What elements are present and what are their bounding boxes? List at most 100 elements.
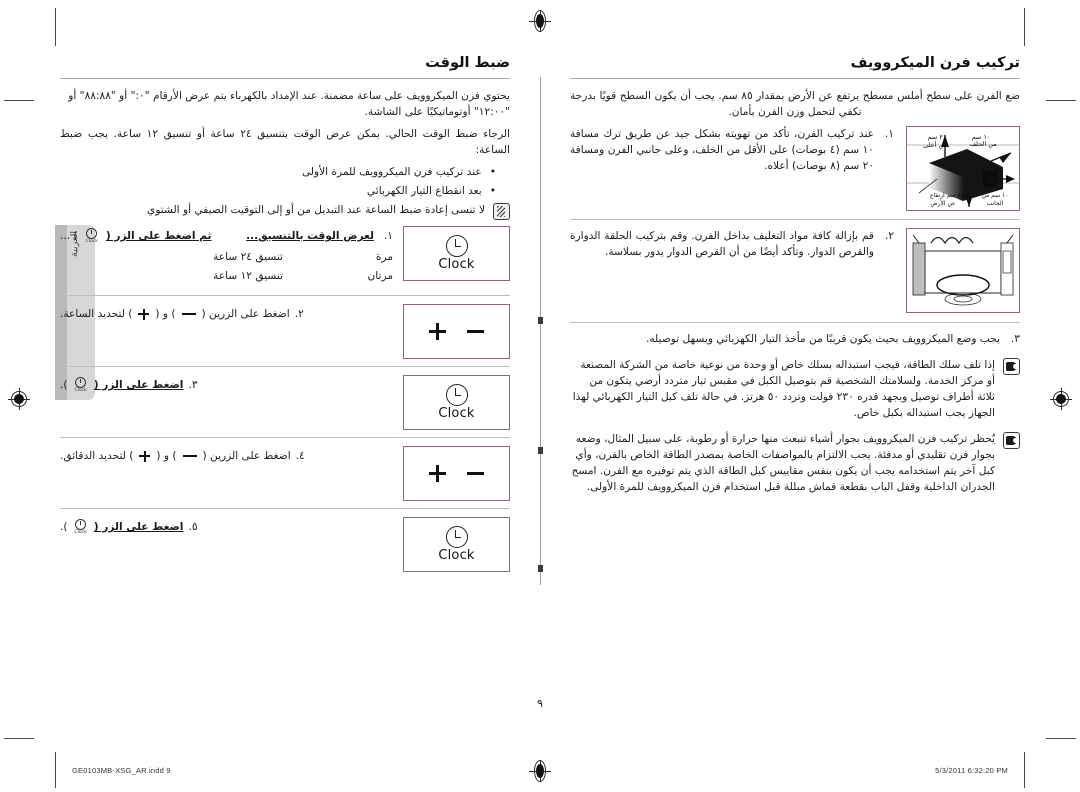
crop-mark-right-horizontal [1046,100,1076,101]
clock-button[interactable]: Clock [403,375,510,430]
crop-mark-bottom-left-vertical [55,752,56,788]
table-row: مرة تنسيق ٢٤ ساعة [60,248,393,267]
note-text: لا تنسى إعادة ضبط الساعة عند التبديل من … [147,204,485,216]
set-time-title-rule [60,78,510,79]
two-column-layout: تركيب فرن الميكروويف ضع الفرن على سطح أم… [55,55,1025,655]
table-row: مرتان تنسيق ١٢ ساعة [60,267,393,286]
minus-icon-inline [182,454,197,458]
set-time-note: لا تنسى إعادة ضبط الساعة عند التبديل من … [60,202,510,220]
minus-plus-button[interactable] [403,446,510,501]
installation-section-title: تركيب فرن الميكروويف [850,55,1020,71]
set-time-divider-4 [60,508,510,509]
crop-mark-bottom-right-horizontal [1046,738,1076,739]
crop-mark-bottom-left-horizontal [4,738,34,739]
note-line: إذا تلف سلك الطاقة، فيجب استبداله بسلك خ… [580,359,995,371]
set-time-step-4-text: ٤. اضغط على الزرين ( ) و ( ) لتحديد الدق… [60,446,393,464]
footer-filename: GE0103MB-XSG_AR.indd 9 [72,766,171,775]
note-line: آخر يتم استخدامه يجب أن يكون بنفس مقاييس… [571,465,976,477]
step-number: ٣. [1010,333,1020,345]
step-number: ٢. [294,308,304,320]
step-number: ٣. [188,379,198,391]
set-time-step-1: Clock ١. لعرض الوقت بالتنسيق... ثم اضغط … [60,226,510,288]
minus-plus-button[interactable] [403,304,510,359]
step-number: ١. [383,230,393,242]
step-line: يجب وضع الميكروويف بحيث يكون قريبًا من م… [646,333,1000,345]
set-time-step-2-text: ٢. اضغط على الزرين ( ) و ( ) لتحديد السا… [60,304,393,322]
step-line: عند تركيب الفرن، تأكد من تهويته بشكل جيد… [570,128,874,140]
minus-icon-inline [181,312,196,316]
set-time-step-3-text: ٣. اضغط على الزر ( Clock ). [60,375,393,393]
step-number: ٤. [295,450,305,462]
plus-icon[interactable] [428,465,446,482]
list-item: ٢. قم بإزالة كافة مواد التغليف بداخل الف… [570,228,894,260]
hand-pointer-icon [1003,358,1020,375]
installation-step-3: ٣. يجب وضع الميكروويف بحيث يكون قريبًا م… [570,331,1020,347]
step-instruction-tail: ) ... [60,230,78,242]
plus-icon-inline [139,450,151,462]
registration-mark-top-center [529,10,551,32]
set-time-intro-line-1: يحتوي فرن الميكروويف على ساعة مضمنة. عند… [68,90,510,102]
crop-mark-top-right-vertical [1024,8,1025,46]
clock-icon-inline: Clock [75,519,87,535]
step-instruction-tail: ). [60,521,68,533]
step-divider-2 [570,322,1020,323]
registration-mark-bottom-center [529,760,551,782]
list-item: ١. عند تركيب الفرن، تأكد من تهويته بشكل … [570,126,894,174]
bullet-dot: • [489,166,496,178]
minus-icon[interactable] [467,472,485,475]
set-time-intro-line-2: "١٢:٠٠" أوتوماتيكيًا على الشاشة. [364,106,510,118]
step-instruction: اضغط على الزر ( [93,521,184,533]
step-instruction-mid: ) و ( [156,450,177,462]
presses-cell: مرة [375,251,393,263]
svg-text:من أعلى: من أعلى [923,140,947,149]
set-time-step-1-text: ١. لعرض الوقت بالتنسيق... ثم اضغط على ال… [60,226,393,288]
plus-icon[interactable] [428,323,446,340]
format-cell: تنسيق ٢٤ ساعة [213,251,283,263]
step-divider-1 [570,219,1020,220]
svg-text:٢٠ سم: ٢٠ سم [928,133,947,141]
plus-icon-inline [138,308,150,320]
note-line: يُحظر تركيب فرن الميكروويف بجوار أشياء ت… [575,433,995,445]
installation-step-1: ١٠ سم من الخلف ٢٠ سم من أعلى ١٠ سم من ال… [570,126,1020,211]
installation-intro-text: ضع الفرن على سطح أملس مسطح يرتفع عن الأر… [570,90,1020,118]
svg-text:عن الأرض: عن الأرض [930,199,955,207]
set-time-bullet-2: • بعد انقطاع التيار الكهربائي [60,183,496,199]
set-time-divider-2 [60,366,510,367]
svg-text:١٠ سم من: ١٠ سم من [981,192,1008,199]
step-line: ١٠ سم (٤ بوصات) على الأقل من الخلف، وعلى… [570,144,874,156]
footer-timestamp: 5/3/2011 6:32:20 PM [935,766,1008,775]
installation-step-2: ٢. قم بإزالة كافة مواد التغليف بداخل الف… [570,228,1020,313]
step-instruction: اضغط على الزر ( [93,379,184,391]
oven-clearance-svg: ١٠ سم من الخلف ٢٠ سم من أعلى ١٠ سم من ال… [907,133,1019,207]
step-instruction-tail: ) لتحديد الساعة. [60,308,133,320]
set-time-step-4: ٤. اضغط على الزرين ( ) و ( ) لتحديد الدق… [60,446,510,501]
clock-icon-inline: Clock [75,377,87,393]
installation-note-1: إذا تلف سلك الطاقة، فيجب استبداله بسلك خ… [570,357,1020,421]
set-time-section-title: ضبط الوقت [425,55,510,71]
gutter-tick [538,565,543,572]
crop-mark-left-horizontal [4,100,34,101]
crop-mark-bottom-right-vertical [1024,752,1025,788]
clock-icon [445,235,468,257]
step-instruction-tail: ) لتحديد الدقائق. [60,450,134,462]
clock-button[interactable]: Clock [403,517,510,572]
step-line: وتأكد أيضًا من أن القرص الدوار يدور بسلا… [604,246,804,258]
set-time-divider-1 [60,295,510,296]
set-time-intro-line-3: الرجاء ضبط الوقت الحالي. يمكن عرض الوقت … [60,128,510,156]
crop-mark-top-left-vertical [55,8,56,46]
set-time-step-3: Clock ٣. اضغط على الزر ( Clock ). [60,375,510,430]
step-line: ٢٠ سم (٨ بوصات) أعلاه. [764,160,874,172]
clock-button[interactable]: Clock [403,226,510,281]
page-number: ٩ [537,697,543,710]
column-divider-rule [540,77,541,585]
set-time-bullet-1: • عند تركيب فرن الميكروويف للمرة الأولى [60,164,496,180]
pencil-note-icon [493,203,510,220]
clock-icon [445,526,468,548]
step-number: ٥. [188,521,198,533]
minus-icon[interactable] [467,330,485,333]
gutter-tick [538,317,543,324]
clock-button-label: Clock [438,548,475,563]
oven-clearance-diagram: ١٠ سم من الخلف ٢٠ سم من أعلى ١٠ سم من ال… [906,126,1020,211]
step-instruction-tail: ). [60,379,68,391]
clock-icon [445,384,468,406]
